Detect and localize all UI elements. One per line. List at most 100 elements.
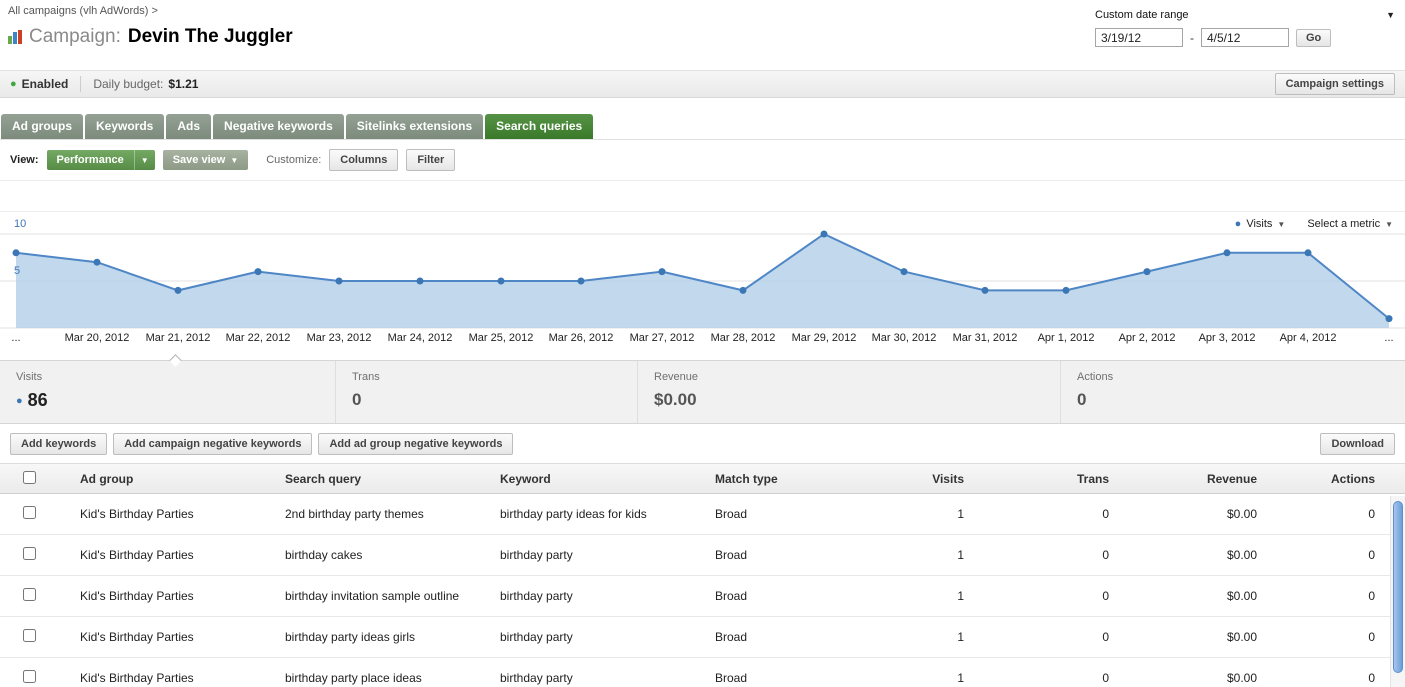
select-metric-picker[interactable]: Select a metric ▼ (1307, 218, 1393, 230)
cell-visits: 1 (957, 671, 964, 685)
visits-metric-label: Visits (1246, 218, 1273, 230)
tab-search-queries[interactable]: Search queries (485, 114, 594, 139)
col-search-query[interactable]: Search query (273, 472, 488, 486)
visits-metric-picker[interactable]: ● Visits ▼ (1235, 218, 1286, 230)
cell-revenue: $0.00 (1226, 507, 1257, 521)
scrollbar-thumb[interactable] (1393, 501, 1403, 673)
performance-view-label: Performance (56, 154, 124, 166)
tab-sitelinks-extensions[interactable]: Sitelinks extensions (345, 114, 484, 139)
date-start-input[interactable] (1095, 28, 1183, 47)
cell-visits: 1 (957, 548, 964, 562)
stat-actions-value: 0 (1077, 390, 1087, 409)
stat-visits-label: Visits (16, 371, 43, 383)
cell-visits: 1 (957, 507, 964, 521)
stat-trans-label: Trans (352, 371, 380, 383)
row-checkbox[interactable] (23, 506, 36, 519)
go-button[interactable]: Go (1296, 28, 1332, 47)
cell-search-query: birthday party ideas girls (285, 630, 416, 644)
table-toolbar: Add keywords Add campaign negative keywo… (0, 424, 1405, 463)
cell-match-type: Broad (715, 548, 748, 562)
visits-chart-svg (0, 230, 1405, 329)
col-ad-group[interactable]: Ad group (68, 472, 273, 486)
row-checkbox[interactable] (23, 670, 36, 683)
cell-ad-group[interactable]: Kid's Birthday Parties (68, 589, 273, 603)
table-row: Kid's Birthday Parties birthday party id… (0, 617, 1405, 658)
cell-ad-group[interactable]: Kid's Birthday Parties (68, 507, 273, 521)
cell-trans: 0 (1102, 589, 1109, 603)
campaign-settings-button[interactable]: Campaign settings (1274, 73, 1395, 95)
download-button[interactable]: Download (1320, 433, 1395, 455)
table-row: Kid's Birthday Parties birthday cakes bi… (0, 535, 1405, 576)
cell-actions: 0 (1368, 548, 1375, 562)
col-revenue[interactable]: Revenue (1123, 472, 1271, 486)
select-metric-label: Select a metric (1307, 218, 1381, 230)
visits-legend-dot-icon: ● (1234, 218, 1242, 230)
chevron-down-icon[interactable]: ▼ (133, 150, 155, 170)
vertical-scrollbar[interactable] (1390, 496, 1405, 687)
add-keywords-button[interactable]: Add keywords (10, 433, 108, 455)
date-end-input[interactable] (1201, 28, 1289, 47)
x-axis-label: Mar 22, 2012 (225, 332, 291, 344)
x-axis-label: Mar 29, 2012 (791, 332, 857, 344)
columns-button[interactable]: Columns (329, 149, 399, 171)
cell-match-type: Broad (715, 507, 748, 521)
col-match-type[interactable]: Match type (703, 472, 823, 486)
tab-ad-groups[interactable]: Ad groups (1, 114, 83, 139)
col-actions[interactable]: Actions (1271, 472, 1389, 486)
cell-keyword: birthday party ideas for kids (500, 507, 647, 521)
x-axis-label: Mar 24, 2012 (387, 332, 453, 344)
page-title: Devin The Juggler (127, 26, 293, 47)
col-trans[interactable]: Trans (978, 472, 1123, 486)
status-badge[interactable]: Enabled (22, 77, 69, 91)
view-label: View: (10, 154, 39, 166)
col-keyword[interactable]: Keyword (488, 472, 703, 486)
x-axis-label: ... (1384, 332, 1394, 344)
x-axis-label: Mar 21, 2012 (145, 332, 211, 344)
cell-search-query: birthday cakes (285, 548, 363, 562)
tab-keywords[interactable]: Keywords (85, 114, 165, 139)
performance-view-button[interactable]: Performance ▼ (46, 150, 155, 170)
select-all-checkbox[interactable] (23, 470, 36, 484)
cell-ad-group[interactable]: Kid's Birthday Parties (68, 548, 273, 562)
stat-visits-value: ● 86 (16, 390, 48, 410)
x-axis-label: Mar 25, 2012 (468, 332, 534, 344)
tab-negative-keywords[interactable]: Negative keywords (213, 114, 344, 139)
cell-match-type: Broad (715, 630, 748, 644)
row-checkbox[interactable] (23, 629, 36, 642)
save-view-button[interactable]: Save view ▼ (162, 150, 249, 170)
tab-bar: Ad groups Keywords Ads Negative keywords… (0, 114, 1405, 139)
add-ad-group-negative-keywords-button[interactable]: Add ad group negative keywords (318, 433, 514, 455)
filter-button[interactable]: Filter (406, 149, 456, 171)
cell-trans: 0 (1102, 671, 1109, 685)
cell-ad-group[interactable]: Kid's Birthday Parties (68, 630, 273, 644)
x-axis-label: Apr 3, 2012 (1198, 332, 1256, 344)
stat-actions: Actions 0 (1061, 361, 1405, 423)
cell-search-query: birthday invitation sample outline (285, 589, 460, 603)
enabled-status-dot: ● (10, 78, 17, 90)
col-visits[interactable]: Visits (823, 472, 978, 486)
visits-dot-icon: ● (16, 394, 23, 407)
x-axis-label: ... (11, 332, 21, 344)
row-checkbox[interactable] (23, 547, 36, 560)
cell-keyword: birthday party (500, 548, 573, 562)
tab-ads[interactable]: Ads (166, 114, 212, 139)
stat-actions-label: Actions (1077, 371, 1114, 383)
cell-keyword: birthday party (500, 671, 573, 685)
cell-revenue: $0.00 (1226, 589, 1257, 603)
cell-match-type: Broad (715, 671, 748, 685)
x-axis-label: Mar 31, 2012 (952, 332, 1018, 344)
customize-label: Customize: (266, 154, 322, 166)
cell-visits: 1 (957, 630, 964, 644)
cell-revenue: $0.00 (1226, 630, 1257, 644)
chevron-down-icon: ▼ (1277, 219, 1286, 229)
row-checkbox[interactable] (23, 588, 36, 601)
add-campaign-negative-keywords-button[interactable]: Add campaign negative keywords (113, 433, 313, 455)
date-range-selector[interactable]: Custom date range ▼ (1095, 9, 1395, 21)
cell-trans: 0 (1102, 507, 1109, 521)
daily-budget-value[interactable]: $1.21 (168, 77, 198, 91)
visits-area-chart: 5 10 (0, 211, 1405, 329)
x-axis-label: Mar 27, 2012 (629, 332, 695, 344)
chart-controls: ● Visits ▼ Select a metric ▼ (1235, 218, 1393, 230)
date-separator: - (1190, 30, 1194, 45)
cell-ad-group[interactable]: Kid's Birthday Parties (68, 671, 273, 685)
